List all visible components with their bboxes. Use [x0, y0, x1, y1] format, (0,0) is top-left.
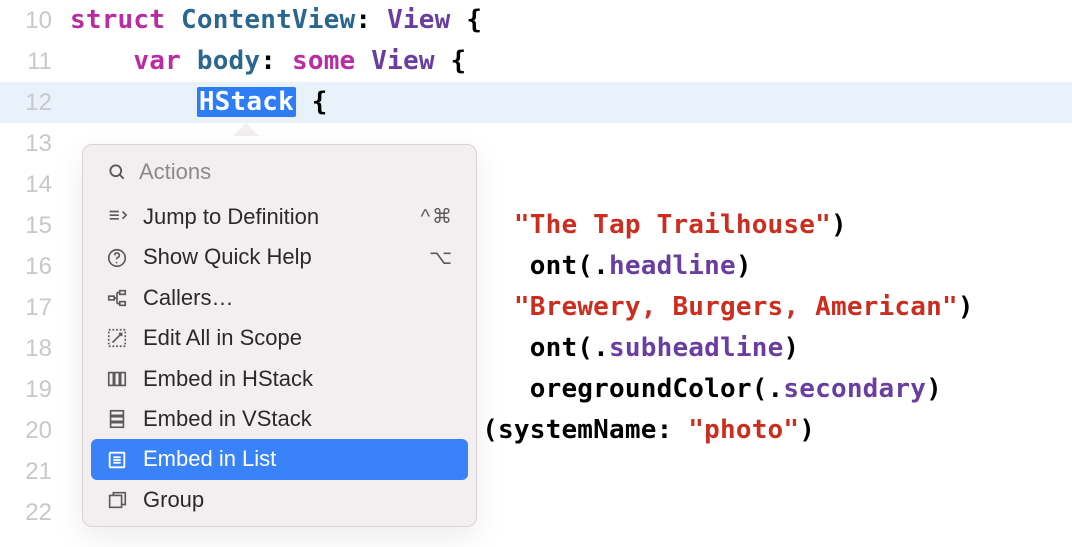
action-item-callers[interactable]: Callers… [91, 278, 468, 318]
definition-icon [105, 205, 129, 229]
code-line-highlighted[interactable]: 12 HStack { [0, 82, 1072, 123]
line-number: 18 [0, 328, 70, 369]
line-number: 21 [0, 451, 70, 492]
selected-symbol[interactable]: HStack [197, 87, 296, 117]
line-number: 17 [0, 287, 70, 328]
line-number: 11 [0, 41, 70, 82]
action-item-embed-in-list[interactable]: Embed in List [91, 439, 468, 479]
help-icon [105, 246, 129, 270]
action-item-jump-to-definition[interactable]: Jump to Definition ^⌘ [91, 197, 468, 237]
action-item-label: Jump to Definition [143, 204, 407, 230]
line-number: 13 [0, 123, 70, 164]
action-item-embed-in-vstack[interactable]: Embed in VStack [91, 399, 468, 439]
action-item-edit-all-in-scope[interactable]: Edit All in Scope [91, 318, 468, 358]
code-line[interactable]: 10 struct ContentView: View { [0, 0, 1072, 41]
action-item-label: Group [143, 487, 454, 513]
action-item-shortcut: ^⌘ [421, 205, 454, 229]
hstack-icon [105, 367, 129, 391]
line-number: 16 [0, 246, 70, 287]
action-item-embed-in-hstack[interactable]: Embed in HStack [91, 359, 468, 399]
action-item-shortcut: ⌥ [429, 246, 454, 270]
actions-search-row[interactable]: Actions [83, 145, 476, 197]
actions-search-placeholder: Actions [139, 159, 211, 185]
line-number: 10 [0, 0, 70, 41]
list-icon [105, 448, 129, 472]
line-number: 20 [0, 410, 70, 451]
code-content: struct ContentView: View { [70, 0, 482, 41]
action-item-label: Callers… [143, 285, 454, 311]
action-item-label: Embed in VStack [143, 406, 454, 432]
action-item-label: Embed in HStack [143, 366, 454, 392]
action-item-group[interactable]: Group [91, 480, 468, 520]
vstack-icon [105, 407, 129, 431]
group-icon [105, 488, 129, 512]
code-content: HStack { [70, 82, 328, 123]
action-item-label: Embed in List [143, 446, 454, 472]
code-content: var body: some View { [70, 41, 466, 82]
line-number: 15 [0, 205, 70, 246]
line-number: 12 [0, 82, 70, 123]
actions-popover[interactable]: Actions Jump to Definition^⌘Show Quick H… [82, 144, 477, 527]
action-item-label: Edit All in Scope [143, 325, 454, 351]
action-item-label: Show Quick Help [143, 244, 415, 270]
action-item-show-quick-help[interactable]: Show Quick Help ⌥ [91, 237, 468, 277]
code-line[interactable]: 11 var body: some View { [0, 41, 1072, 82]
line-number: 22 [0, 492, 70, 533]
line-number: 19 [0, 369, 70, 410]
search-icon [105, 160, 129, 184]
line-number: 14 [0, 164, 70, 205]
callers-icon [105, 286, 129, 310]
scope-icon [105, 326, 129, 350]
